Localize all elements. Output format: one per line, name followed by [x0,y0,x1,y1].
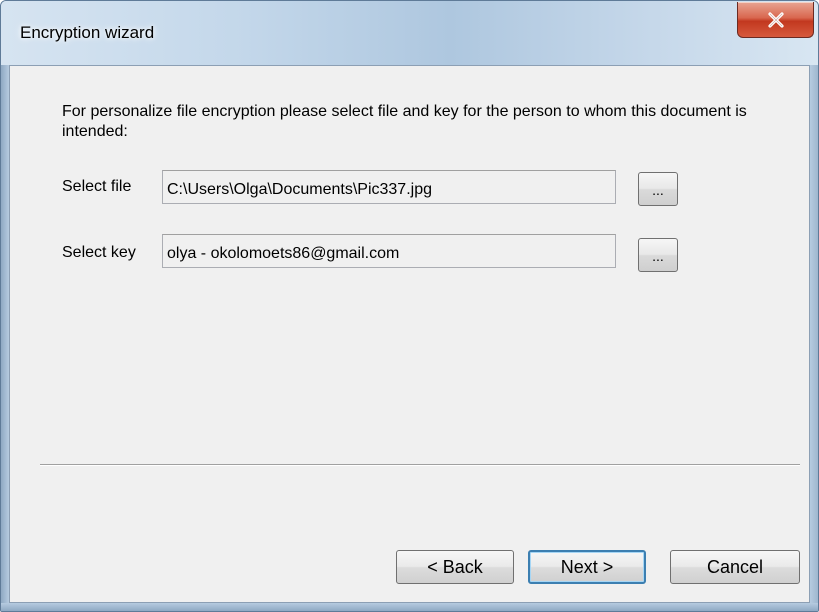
wizard-content: For personalize file encryption please s… [9,65,810,603]
close-icon [767,11,785,28]
window-frame-left [1,65,9,611]
cancel-button[interactable]: Cancel [670,550,800,584]
separator [40,464,800,466]
window-frame-right [810,65,818,611]
select-file-label: Select file [62,178,132,195]
window-title: Encryption wizard [20,23,155,42]
window-frame-bottom [1,603,818,611]
instructions-text: For personalize file encryption please s… [62,103,747,140]
file-path-field[interactable] [162,170,616,204]
browse-file-button[interactable]: ... [638,172,678,206]
title-bar[interactable]: Encryption wizard [1,1,818,65]
encryption-wizard-window: Encryption wizard For personalize file e… [0,0,819,612]
key-field[interactable] [162,234,616,268]
back-button[interactable]: < Back [396,550,514,584]
browse-key-button[interactable]: ... [638,238,678,272]
next-button[interactable]: Next > [528,550,646,584]
select-key-label: Select key [62,244,136,261]
close-button[interactable] [737,2,814,38]
